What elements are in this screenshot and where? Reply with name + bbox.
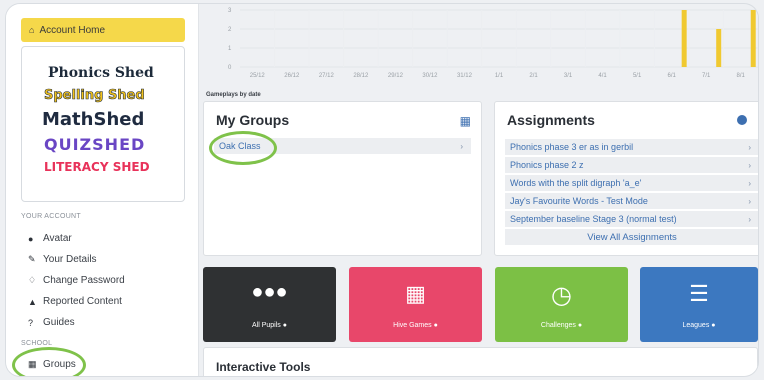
x-tick-label: 28/12 bbox=[353, 73, 369, 79]
x-tick-label: 7/1 bbox=[702, 73, 711, 79]
x-tick-label: 27/12 bbox=[319, 73, 335, 79]
account-home-label: Account Home bbox=[39, 24, 106, 36]
my-groups-panel: My Groups ▦ Oak Class › bbox=[203, 101, 482, 256]
assignment-name: Phonics phase 3 er as in gerbil bbox=[510, 142, 634, 152]
x-tick-label: 4/1 bbox=[598, 73, 607, 79]
y-tick-label: 0 bbox=[228, 65, 232, 71]
assignments-panel: Assignments Phonics phase 3 er as in ger… bbox=[494, 101, 758, 256]
assignments-title: Assignments bbox=[507, 112, 595, 128]
info-icon: ● bbox=[433, 322, 438, 329]
gameplays-chart: 0 1 2 3 25/12 26/12 27/12 28/12 29/12 30/12 31/12 1… bbox=[206, 4, 758, 94]
x-tick-label: 5/1 bbox=[633, 73, 642, 79]
x-tick-label: 3/1 bbox=[564, 73, 573, 79]
chart-bar bbox=[681, 10, 687, 67]
spelling-shed-logo[interactable]: Spelling Shed bbox=[44, 88, 145, 104]
assignment-name: September baseline Stage 3 (normal test) bbox=[510, 214, 677, 224]
challenges-label: Challenges bbox=[540, 322, 576, 329]
mathshed-logo[interactable]: MathShed bbox=[42, 109, 144, 130]
x-tick-label: 6/1 bbox=[667, 73, 676, 79]
user-card-icon: ✎ bbox=[28, 254, 36, 264]
account-home-button[interactable]: ⌂ Account Home bbox=[21, 18, 185, 42]
nav-avatar-label: Avatar bbox=[43, 233, 72, 244]
info-icon: ● bbox=[711, 322, 716, 329]
product-logos-panel: Phonics Shed Spelling Shed MathShed QUIZ… bbox=[21, 46, 185, 202]
nav-reported-content-label: Reported Content bbox=[43, 296, 122, 307]
chart-bar bbox=[750, 10, 756, 67]
screen-background: ⌂ Account Home Phonics Shed Spelling She… bbox=[0, 0, 764, 380]
x-tick-label: 8/1 bbox=[737, 73, 746, 79]
x-tick-label: 29/12 bbox=[388, 73, 404, 79]
sidebar: ⌂ Account Home Phonics Shed Spelling She… bbox=[6, 4, 199, 376]
phonics-shed-logo[interactable]: Phonics Shed bbox=[48, 65, 154, 81]
nav-change-password[interactable]: ♢ Change Password bbox=[28, 275, 125, 286]
gameplays-chart-svg: 0 1 2 3 25/12 26/12 27/12 28/12 29/12 30/12 31/12 1… bbox=[228, 8, 758, 79]
challenges-tile[interactable]: ◷ Challenges ● bbox=[495, 267, 628, 342]
chevron-right-icon: › bbox=[460, 141, 463, 151]
leagues-tile[interactable]: ☰ Leagues ● bbox=[640, 267, 758, 342]
groups-highlight-ring bbox=[12, 347, 86, 376]
x-tick-label: 30/12 bbox=[422, 73, 438, 79]
x-tick-label: 25/12 bbox=[250, 73, 266, 79]
nav-reported-content[interactable]: ▲ Reported Content bbox=[28, 296, 122, 307]
school-heading: SCHOOL bbox=[21, 340, 53, 347]
question-icon: ? bbox=[28, 317, 34, 328]
assignment-row[interactable]: Jay's Favourite Words - Test Mode › bbox=[505, 193, 758, 209]
chevron-right-icon: › bbox=[748, 214, 751, 224]
all-pupils-label: All Pupils bbox=[252, 322, 281, 329]
warning-icon: ▲ bbox=[28, 296, 37, 307]
my-groups-title: My Groups bbox=[216, 112, 290, 128]
chevron-right-icon: › bbox=[748, 196, 751, 206]
chart-bar bbox=[716, 29, 722, 67]
x-tick-label: 1/1 bbox=[495, 73, 504, 79]
oak-class-highlight-ring bbox=[209, 131, 277, 165]
y-tick-label: 2 bbox=[228, 27, 232, 33]
clock-icon: ◷ bbox=[551, 282, 572, 309]
home-icon: ⌂ bbox=[29, 25, 35, 35]
nav-your-details-label: Your Details bbox=[43, 254, 97, 265]
spelling-shed-logo-text: Spelling Shed bbox=[44, 88, 145, 104]
pupils-icon: ●●● bbox=[251, 281, 288, 303]
assignment-name: Jay's Favourite Words - Test Mode bbox=[510, 196, 648, 206]
assignment-name: Words with the split digraph 'a_e' bbox=[510, 178, 642, 188]
chart-xlabel: Gameplays by date bbox=[206, 92, 261, 98]
hive-games-label: Hive Games bbox=[393, 322, 432, 329]
chevron-right-icon: › bbox=[748, 160, 751, 170]
info-icon: ● bbox=[577, 322, 583, 329]
nav-your-details[interactable]: ✎ Your Details bbox=[28, 254, 97, 265]
interactive-tools-panel: Interactive Tools bbox=[203, 347, 758, 376]
your-account-heading: YOUR ACCOUNT bbox=[21, 213, 81, 220]
grid-view-icon[interactable]: ▦ bbox=[460, 114, 471, 128]
hive-games-tile[interactable]: ▦ Hive Games ● bbox=[349, 267, 482, 342]
literacy-shed-logo[interactable]: LITERACY SHED bbox=[44, 160, 150, 174]
all-pupils-tile[interactable]: ●●● All Pupils ● bbox=[203, 267, 336, 342]
key-icon: ♢ bbox=[28, 275, 37, 285]
app-window: ⌂ Account Home Phonics Shed Spelling She… bbox=[6, 4, 758, 376]
chevron-right-icon: › bbox=[748, 178, 751, 188]
x-tick-label: 2/1 bbox=[529, 73, 538, 79]
user-circle-icon: ● bbox=[28, 233, 34, 244]
quizshed-logo[interactable]: QUIZSHED bbox=[44, 135, 145, 154]
chevron-right-icon: › bbox=[748, 142, 751, 152]
assignment-row[interactable]: Phonics phase 3 er as in gerbil › bbox=[505, 139, 758, 155]
x-tick-label: 31/12 bbox=[457, 73, 473, 79]
y-tick-label: 1 bbox=[228, 46, 232, 52]
hierarchy-icon: ▦ bbox=[405, 281, 426, 306]
view-all-assignments-button[interactable]: View All Assignments bbox=[505, 229, 758, 245]
info-icon: ● bbox=[282, 322, 287, 329]
assignment-name: Phonics phase 2 z bbox=[510, 160, 584, 170]
interactive-tools-title: Interactive Tools bbox=[216, 360, 311, 374]
nav-change-password-label: Change Password bbox=[43, 275, 125, 286]
nav-guides[interactable]: ? Guides bbox=[28, 317, 75, 328]
leagues-label: Leagues bbox=[682, 322, 710, 329]
assignment-row[interactable]: Words with the split digraph 'a_e' › bbox=[505, 175, 758, 191]
assignment-row[interactable]: Phonics phase 2 z › bbox=[505, 157, 758, 173]
clock-icon[interactable] bbox=[737, 115, 747, 125]
list-icon: ☰ bbox=[689, 281, 709, 306]
assignment-row[interactable]: September baseline Stage 3 (normal test)… bbox=[505, 211, 758, 227]
nav-guides-label: Guides bbox=[43, 317, 75, 328]
y-tick-label: 3 bbox=[228, 8, 232, 14]
nav-avatar[interactable]: ● Avatar bbox=[28, 233, 72, 244]
x-tick-label: 26/12 bbox=[284, 73, 300, 79]
